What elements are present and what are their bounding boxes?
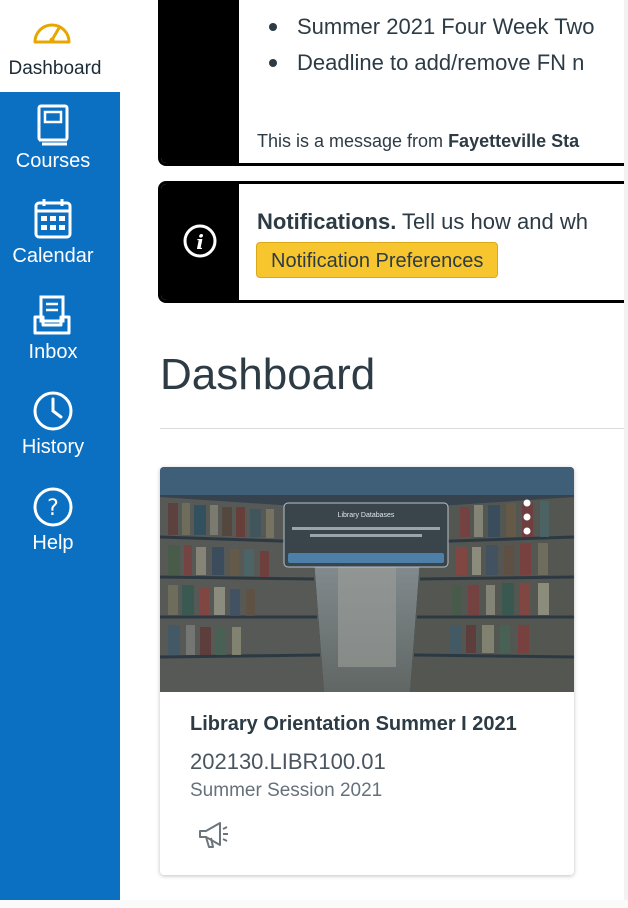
announcement-list: Deadline to add/remove FN : Summer 2021 …	[261, 0, 628, 81]
title-divider	[160, 428, 628, 429]
nav-label-calendar: Calendar	[12, 245, 94, 267]
announcements-megaphone-icon[interactable]	[196, 819, 230, 851]
announcement-source: Fayetteville Sta	[448, 131, 580, 151]
announcement-message-prefix: This is a message from	[257, 131, 449, 151]
svg-text:?: ?	[47, 496, 59, 521]
announcement-bar	[161, 0, 239, 163]
nav-label-courses: Courses	[15, 150, 91, 172]
notification-preferences-button[interactable]: Notification Preferences	[256, 242, 499, 278]
question-circle-icon: ?	[33, 487, 73, 527]
nav-item-inbox[interactable]: Inbox	[0, 293, 110, 383]
course-term: Summer Session 2021	[190, 780, 383, 801]
clock-icon	[33, 391, 73, 431]
course-card-image[interactable]: Library Databases	[160, 467, 574, 692]
notification-prompt: i Notifications. Tell us how and wh Noti…	[158, 181, 628, 303]
page-title: Dashboard	[160, 350, 376, 399]
nav-label-help: Help	[32, 532, 74, 554]
announcement-item: Deadline to add/remove FN n	[261, 45, 628, 81]
card-options-kebab-icon[interactable]	[518, 497, 536, 537]
notification-text: Notifications. Tell us how and wh	[257, 209, 588, 235]
course-title-link[interactable]: Library Orientation Summer I 2021	[190, 713, 517, 736]
calendar-icon	[34, 199, 72, 239]
nav-item-courses[interactable]: Courses	[0, 102, 110, 192]
course-card-image-popup-title: Library Databases	[338, 512, 395, 519]
nav-item-history[interactable]: History	[0, 388, 110, 478]
global-nav-sidebar: Dashboard Courses Calendar Inbox History…	[0, 0, 120, 900]
notification-bar: i	[161, 184, 239, 300]
course-card[interactable]: Library Databases Library Orientation Su…	[160, 467, 574, 875]
notification-body: Tell us how and wh	[396, 209, 588, 234]
nav-label-dashboard: Dashboard	[8, 58, 102, 79]
info-icon: i	[183, 224, 217, 258]
nav-item-dashboard[interactable]: Dashboard	[0, 0, 120, 92]
nav-item-help[interactable]: ? Help	[0, 484, 110, 574]
book-icon	[37, 104, 69, 146]
nav-label-inbox: Inbox	[28, 341, 78, 363]
window-bottom-edge	[0, 900, 628, 908]
course-code: 202130.LIBR100.01	[190, 749, 386, 774]
notification-heading: Notifications.	[257, 209, 397, 234]
inbox-icon	[33, 295, 71, 335]
announcement-item: Deadline to add/remove FN :	[261, 0, 628, 9]
window-edge	[624, 0, 628, 908]
global-announcement: Deadline to add/remove FN : Summer 2021 …	[158, 0, 628, 166]
nav-label-history: History	[21, 436, 85, 458]
dashboard-gauge-icon	[33, 23, 71, 44]
announcement-item: Summer 2021 Four Week Two	[261, 9, 628, 45]
announcement-message: This is a message from Fayetteville Sta	[257, 131, 579, 152]
nav-item-calendar[interactable]: Calendar	[0, 197, 110, 287]
svg-text:i: i	[196, 230, 204, 254]
